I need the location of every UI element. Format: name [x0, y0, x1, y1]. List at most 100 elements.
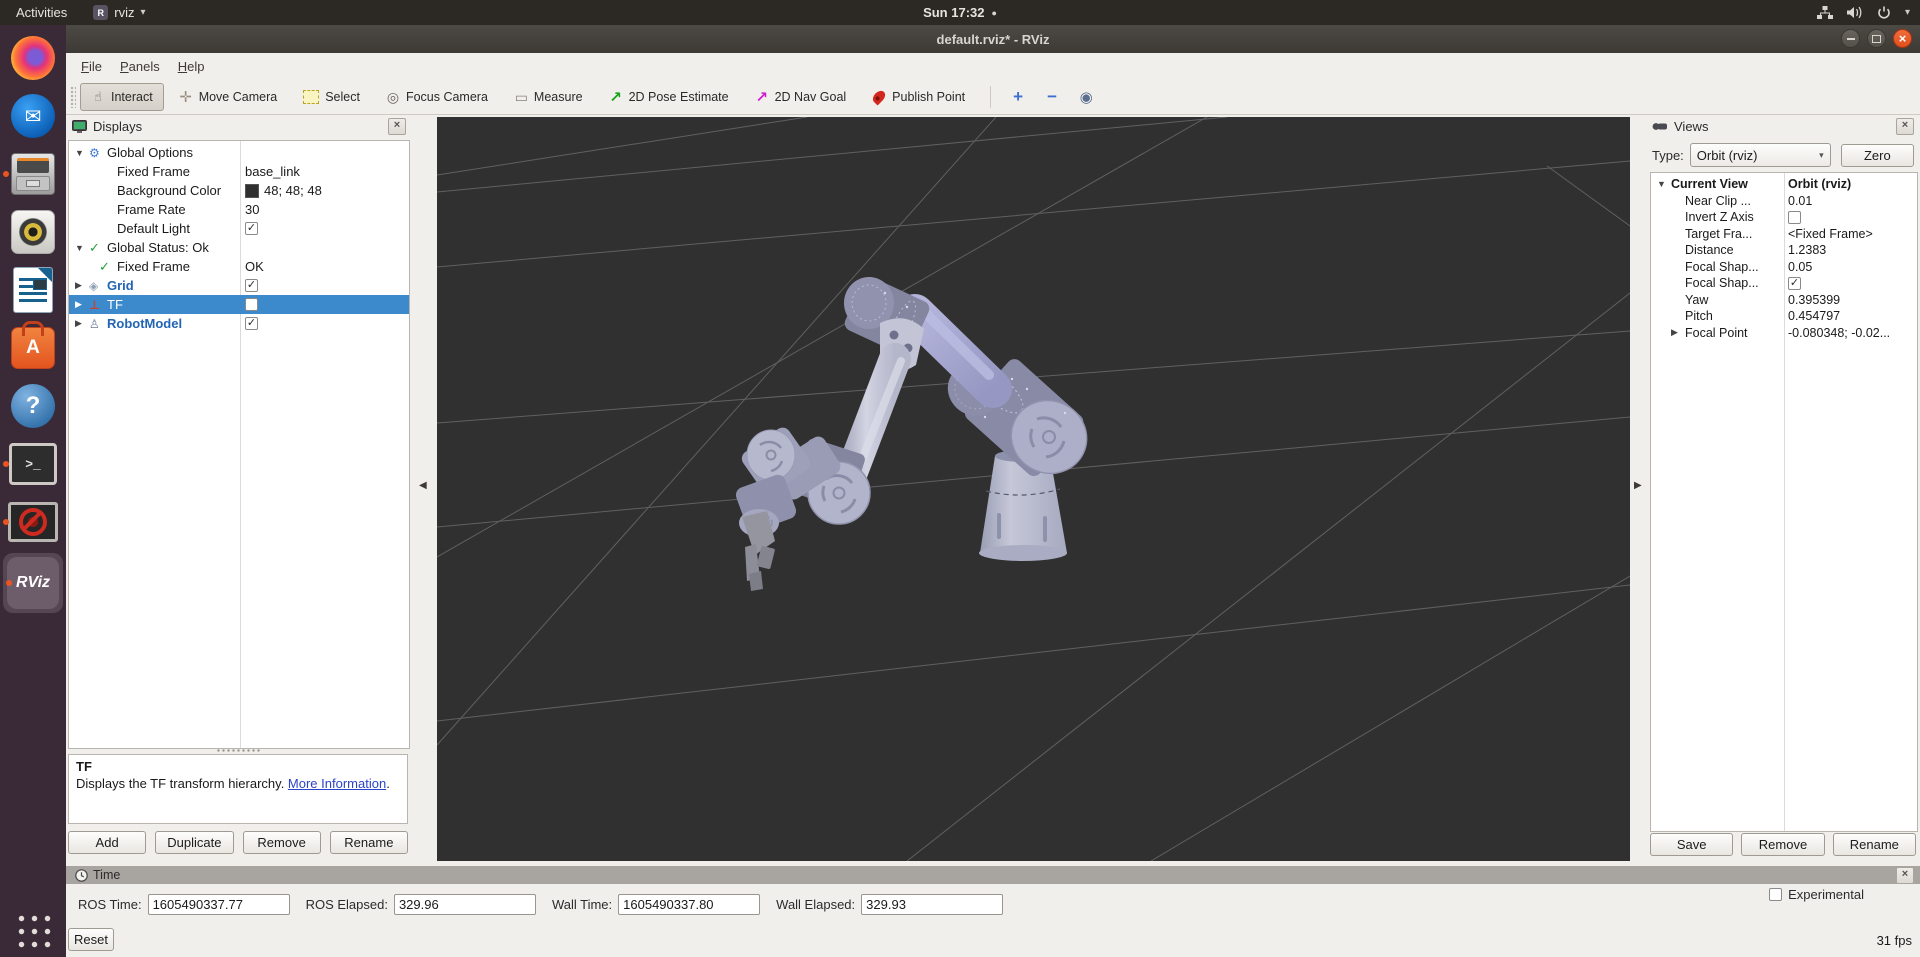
ros-time-input[interactable] — [148, 894, 290, 915]
zero-button[interactable]: Zero — [1841, 144, 1914, 167]
close-icon[interactable]: × — [388, 118, 406, 135]
close-icon[interactable]: × — [1896, 867, 1914, 884]
activities-button[interactable]: Activities — [0, 0, 83, 25]
tree-row-fixed-frame[interactable]: ✓Fixed FrameOK — [69, 257, 409, 276]
collapse-left-panel-arrow[interactable]: ◀ — [419, 480, 427, 491]
experimental-option[interactable]: Experimental — [1769, 887, 1864, 902]
tree-row-invert-z-axis[interactable]: Invert Z Axis — [1651, 209, 1917, 226]
tree-row-global-status-ok[interactable]: ▼✓Global Status: Ok — [69, 238, 409, 257]
dock-item-file-cabinet[interactable] — [0, 145, 66, 203]
tree-row-background-color[interactable]: Background Color48; 48; 48 — [69, 181, 409, 200]
view-type-combo[interactable]: Orbit (rviz) ▾ — [1690, 143, 1831, 167]
tree-row-distance[interactable]: Distance1.2383 — [1651, 242, 1917, 259]
splitter-handle[interactable] — [216, 748, 260, 753]
tool-select[interactable]: Select — [292, 83, 371, 111]
tree-row-robotmodel[interactable]: ▶♙RobotModel✓ — [69, 314, 409, 333]
views-panel-header[interactable]: Views × — [1648, 115, 1918, 137]
tree-row-target-fra[interactable]: Target Fra...<Fixed Frame> — [1651, 226, 1917, 243]
dock-item-terminal[interactable]: >_ — [0, 435, 66, 493]
dock-item-thunderbird[interactable]: ✉ — [0, 87, 66, 145]
dock-item-firefox[interactable] — [0, 29, 66, 87]
wall-elapsed-input[interactable] — [861, 894, 1003, 915]
tool-2d-pose-estimate[interactable]: ↗2D Pose Estimate — [598, 83, 740, 111]
show-applications-button[interactable] — [14, 911, 52, 949]
expander-icon[interactable]: ▶ — [75, 299, 89, 310]
toolbar-grip[interactable] — [70, 86, 76, 108]
checkbox[interactable]: ✓ — [245, 317, 258, 330]
expander-icon[interactable]: ▶ — [75, 318, 89, 329]
dock-item-rviz[interactable]: RViz — [3, 553, 63, 613]
tree-row-focal-shap[interactable]: Focal Shap...✓ — [1651, 275, 1917, 292]
dock-item-writer[interactable] — [0, 261, 66, 319]
tool-2d-nav-goal[interactable]: ↗2D Nav Goal — [744, 83, 858, 111]
app-menu[interactable]: R rviz ▾ — [83, 0, 155, 25]
tool-measure[interactable]: ▭Measure — [503, 83, 594, 111]
clock-menu[interactable]: Sun 17:32 ● — [923, 5, 997, 20]
expander-icon[interactable]: ▼ — [75, 243, 89, 253]
tree-row-tf[interactable]: ▶⊥TF — [69, 295, 409, 314]
menu-item-file[interactable]: File — [72, 56, 111, 77]
checkbox[interactable]: ✓ — [245, 222, 258, 235]
remove-button[interactable]: Remove — [1741, 833, 1824, 856]
add-button[interactable]: Add — [68, 831, 146, 854]
expander-icon[interactable]: ▼ — [75, 148, 89, 158]
ros-elapsed-input[interactable] — [394, 894, 536, 915]
titlebar[interactable]: default.rviz* - RViz × — [66, 25, 1920, 54]
maximize-button[interactable] — [1867, 29, 1886, 48]
close-icon[interactable]: × — [1896, 118, 1914, 135]
rename-button[interactable]: Rename — [1833, 833, 1916, 856]
checkbox[interactable] — [1788, 211, 1801, 224]
displays-panel-header[interactable]: Displays × — [68, 115, 410, 137]
tree-row-yaw[interactable]: Yaw0.395399 — [1651, 292, 1917, 309]
tree-row-current-view[interactable]: ▼Current ViewOrbit (rviz) — [1651, 176, 1917, 193]
expander-icon[interactable]: ▶ — [1671, 327, 1685, 338]
dock-item-help[interactable]: ? — [0, 377, 66, 435]
displays-panel: Displays × ▼⚙Global OptionsFixed Frameba… — [68, 115, 410, 861]
chevron-down-icon[interactable]: ▾ — [1905, 7, 1910, 18]
dock-item-software[interactable]: A — [0, 319, 66, 377]
tree-row-grid[interactable]: ▶◈Grid✓ — [69, 276, 409, 295]
expander-icon[interactable]: ▶ — [75, 280, 89, 291]
tool-publish-point[interactable]: Publish Point — [861, 83, 976, 111]
tree-row-focal-shap[interactable]: Focal Shap...0.05 — [1651, 259, 1917, 276]
tool-focus-camera[interactable]: ◎Focus Camera — [375, 83, 499, 111]
checkbox[interactable]: ✓ — [1788, 277, 1801, 290]
remove-button[interactable]: Remove — [243, 831, 321, 854]
tool-move-camera[interactable]: ✛Move Camera — [168, 83, 289, 111]
checkbox[interactable]: ✓ — [245, 279, 258, 292]
save-button[interactable]: Save — [1650, 833, 1733, 856]
system-status-area[interactable]: ▾ — [1817, 0, 1910, 25]
tree-row-global-options[interactable]: ▼⚙Global Options — [69, 143, 409, 162]
minus-icon[interactable]: − — [1035, 87, 1069, 107]
wall-time-input[interactable] — [618, 894, 760, 915]
tree-row-near-clip[interactable]: Near Clip ...0.01 — [1651, 193, 1917, 210]
menu-item-help[interactable]: Help — [169, 56, 214, 77]
tree-row-focal-point[interactable]: ▶Focal Point-0.080348; -0.02... — [1651, 325, 1917, 342]
plus-icon[interactable]: + — [1001, 87, 1035, 107]
dock-item-screen-blocked[interactable] — [0, 493, 66, 551]
checkbox[interactable] — [245, 298, 258, 311]
close-button[interactable]: × — [1893, 29, 1912, 48]
more-information-link[interactable]: More Information — [288, 776, 386, 791]
duplicate-button[interactable]: Duplicate — [155, 831, 233, 854]
reset-button[interactable]: Reset — [68, 928, 114, 951]
tree-row-fixed-frame[interactable]: Fixed Framebase_link — [69, 162, 409, 181]
time-panel-header[interactable]: Time × — [66, 866, 1920, 884]
experimental-checkbox[interactable] — [1769, 888, 1782, 901]
chevron-down-icon: ▾ — [1819, 150, 1824, 161]
collapse-right-panel-arrow[interactable]: ▶ — [1634, 480, 1642, 491]
expander-icon[interactable]: ▼ — [1657, 179, 1671, 189]
menu-item-panels[interactable]: Panels — [111, 56, 169, 77]
value-text: 0.01 — [1788, 194, 1812, 208]
tree-row-default-light[interactable]: Default Light✓ — [69, 219, 409, 238]
rename-button[interactable]: Rename — [330, 831, 408, 854]
dock-item-rhythmbox[interactable] — [0, 203, 66, 261]
tool-interact[interactable]: ☝Interact — [80, 83, 164, 111]
eye-icon[interactable]: ◉ — [1069, 88, 1103, 106]
tree-row-pitch[interactable]: Pitch0.454797 — [1651, 308, 1917, 325]
tree-row-frame-rate[interactable]: Frame Rate30 — [69, 200, 409, 219]
3d-viewport[interactable] — [437, 117, 1630, 861]
minimize-button[interactable] — [1841, 29, 1860, 48]
row-value: OK — [245, 259, 264, 274]
window-title: default.rviz* - RViz — [937, 32, 1050, 47]
